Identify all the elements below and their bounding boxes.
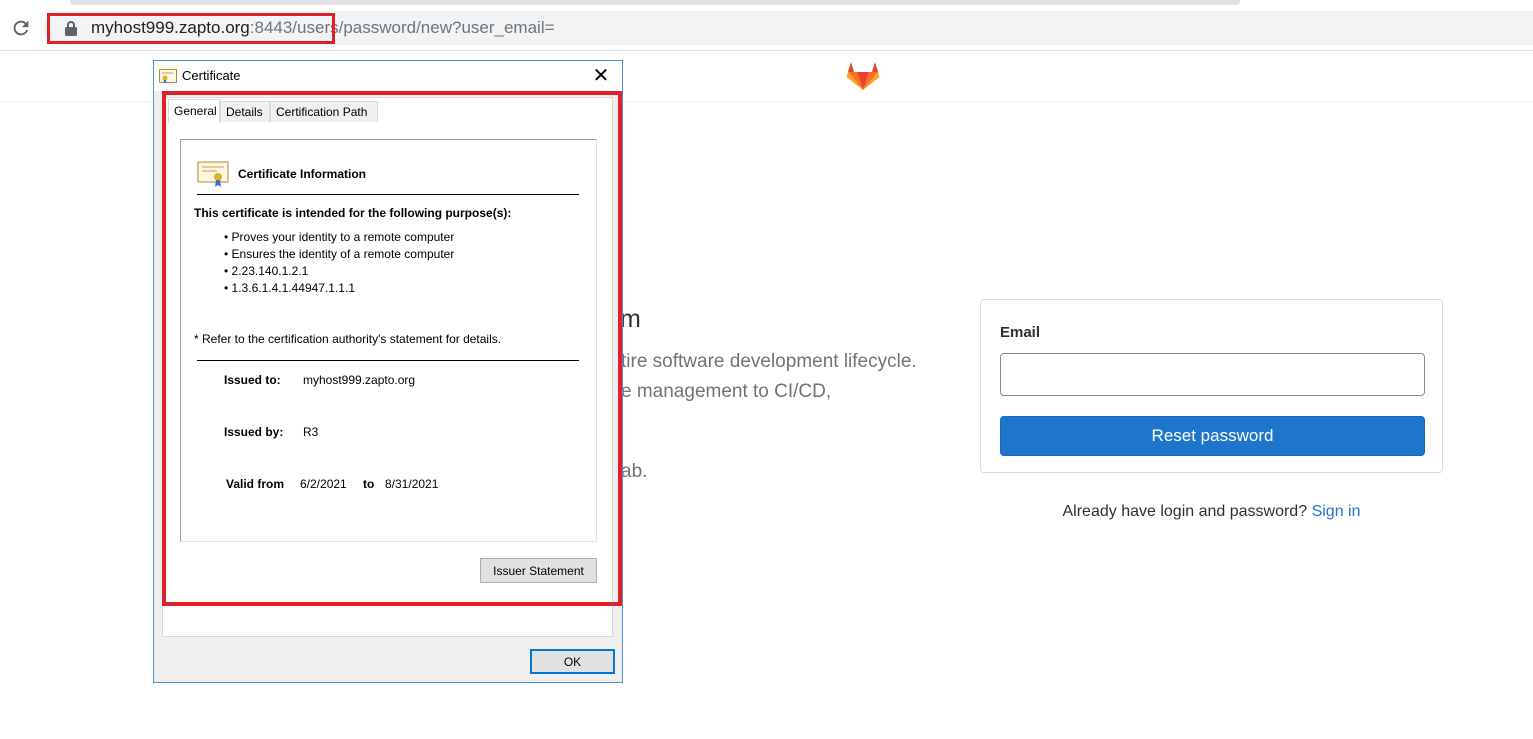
gitlab-logo-icon [846, 62, 880, 90]
dialog-titlebar: Certificate ✕ [154, 61, 622, 91]
dialog-title: Certificate [182, 68, 241, 83]
certificate-icon [159, 69, 177, 84]
description-line-2: e management to CI/CD, [621, 381, 832, 402]
signin-link[interactable]: Sign in [1312, 503, 1361, 520]
tab-general[interactable]: General [168, 99, 220, 123]
ok-button[interactable]: OK [530, 649, 615, 674]
signin-prompt-line: Already have login and password? Sign in [980, 503, 1443, 521]
close-icon[interactable]: ✕ [586, 65, 616, 87]
description-line-3: ab. [621, 461, 648, 482]
reload-icon[interactable] [10, 17, 32, 39]
email-label: Email [1000, 324, 1041, 341]
welcome-heading-fragment: m [620, 305, 641, 333]
reset-password-card: Email Reset password [980, 299, 1443, 473]
email-field[interactable] [1000, 353, 1425, 396]
browser-tabstrip [0, 0, 1533, 8]
reset-password-button[interactable]: Reset password [1000, 416, 1425, 456]
certificate-highlight-box [162, 91, 622, 606]
signin-prompt: Already have login and password? [1062, 503, 1308, 520]
url-highlight-box [47, 13, 335, 44]
tabstrip-bar [70, 0, 1240, 5]
description-line-1: tire software development lifecycle. [621, 351, 917, 372]
